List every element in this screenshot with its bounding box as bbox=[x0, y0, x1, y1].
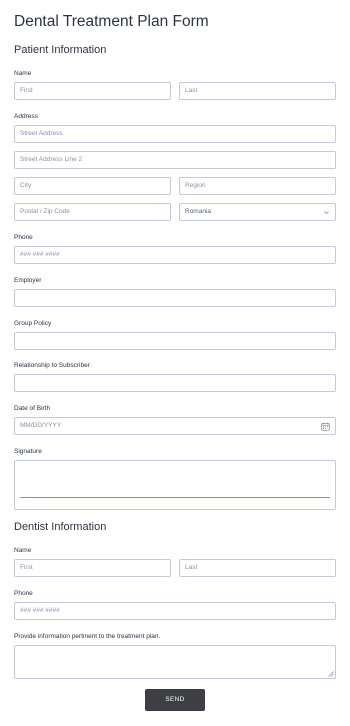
placeholder-text: Postal / Zip Code bbox=[20, 208, 70, 215]
relationship-input[interactable] bbox=[14, 374, 336, 392]
patient-section-title: Patient Information bbox=[14, 44, 107, 56]
relationship-label: Relationship to Subscriber bbox=[14, 362, 90, 369]
postal-code-input[interactable]: Postal / Zip Code bbox=[14, 203, 171, 221]
placeholder-text: Region bbox=[185, 182, 206, 189]
signature-line bbox=[20, 497, 330, 498]
dentist-first-name-input[interactable]: First bbox=[14, 559, 171, 577]
placeholder-text: City bbox=[20, 182, 32, 189]
placeholder-text: Last bbox=[185, 87, 198, 94]
employer-input[interactable] bbox=[14, 289, 336, 307]
placeholder-text: First bbox=[20, 564, 33, 571]
placeholder-text: First bbox=[20, 87, 33, 94]
chevron-down-icon bbox=[324, 211, 329, 215]
dentist-name-label: Name bbox=[14, 547, 32, 554]
dentist-phone-input[interactable]: ### ### #### bbox=[14, 602, 336, 620]
street-address-input[interactable]: Street Address bbox=[14, 125, 336, 143]
street-address-line2-input[interactable]: Street Address Line 2 bbox=[14, 151, 336, 169]
form-title: Dental Treatment Plan Form bbox=[14, 13, 209, 30]
group-policy-input[interactable] bbox=[14, 332, 336, 350]
patient-name-label: Name bbox=[14, 70, 32, 77]
patient-last-name-input[interactable]: Last bbox=[179, 82, 336, 100]
resize-handle-icon[interactable] bbox=[328, 671, 334, 677]
send-button[interactable]: SEND bbox=[145, 689, 205, 711]
calendar-icon[interactable] bbox=[321, 422, 330, 431]
country-select[interactable]: Romania bbox=[179, 203, 336, 221]
dob-input[interactable]: MM/DD/YYYY bbox=[14, 417, 336, 435]
patient-first-name-input[interactable]: First bbox=[14, 82, 171, 100]
group-policy-label: Group Policy bbox=[14, 320, 52, 327]
treatment-info-label: Provide information pertinent to the tre… bbox=[14, 633, 161, 640]
placeholder-text: ### ### #### bbox=[20, 251, 60, 258]
placeholder-text: ### ### #### bbox=[20, 607, 60, 614]
patient-phone-label: Phone bbox=[14, 234, 33, 241]
city-input[interactable]: City bbox=[14, 177, 171, 195]
placeholder-text: Street Address bbox=[20, 130, 63, 137]
dental-form: Dental Treatment Plan Form Patient Infor… bbox=[0, 0, 350, 726]
region-input[interactable]: Region bbox=[179, 177, 336, 195]
dob-label: Date of Birth bbox=[14, 405, 51, 412]
placeholder-text: Last bbox=[185, 564, 198, 571]
placeholder-text: MM/DD/YYYY bbox=[20, 422, 62, 429]
patient-phone-input[interactable]: ### ### #### bbox=[14, 246, 336, 264]
employer-label: Employer bbox=[14, 277, 42, 284]
signature-pad[interactable] bbox=[14, 460, 336, 510]
treatment-info-textarea[interactable] bbox=[14, 645, 336, 679]
dentist-section-title: Dentist Information bbox=[14, 521, 107, 533]
dentist-last-name-input[interactable]: Last bbox=[179, 559, 336, 577]
country-value: Romania bbox=[185, 208, 212, 215]
dentist-phone-label: Phone bbox=[14, 590, 33, 597]
placeholder-text: Street Address Line 2 bbox=[20, 156, 83, 163]
address-label: Address bbox=[14, 113, 38, 120]
signature-label: Signature bbox=[14, 448, 42, 455]
